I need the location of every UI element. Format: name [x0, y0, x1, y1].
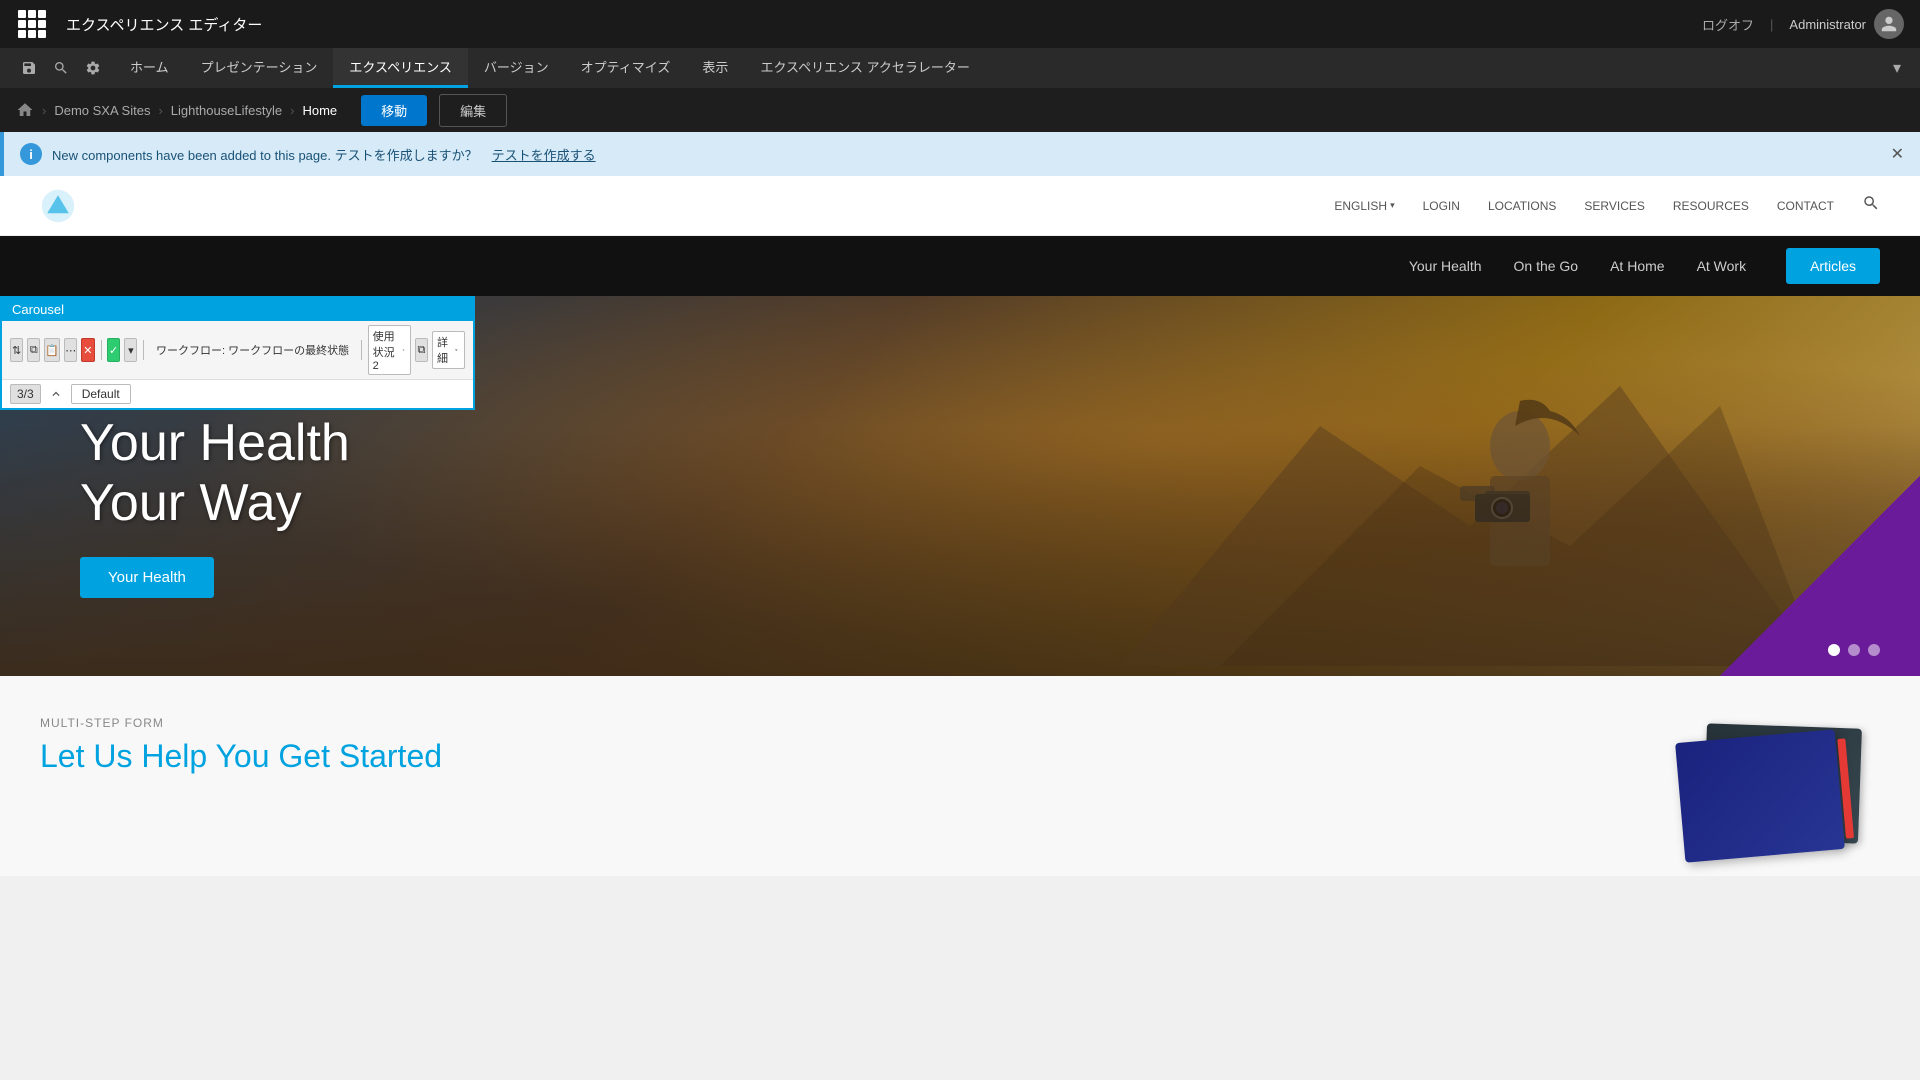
carousel-default-btn[interactable]: Default: [71, 384, 131, 404]
ctrl-copy2-icon[interactable]: ⧉: [415, 338, 428, 362]
hero-content: Your Health Your Way Your Health: [0, 414, 430, 599]
nav-chevron-icon[interactable]: ▾: [1882, 53, 1912, 83]
nav-item-experience[interactable]: エクスペリエンス: [333, 48, 467, 88]
ctrl-check-icon[interactable]: ✓: [107, 338, 120, 362]
ctrl-separator-1: [101, 340, 102, 360]
home-icon: [16, 101, 34, 119]
hero-cta-button[interactable]: Your Health: [80, 557, 214, 598]
nav-english[interactable]: ENGLISH ▾: [1334, 199, 1394, 213]
carousel-title: Carousel: [12, 302, 64, 317]
admin-avatar: [1874, 9, 1904, 39]
hero-dot-1[interactable]: [1828, 644, 1840, 656]
ctrl-chevron-icon[interactable]: ▾: [124, 338, 137, 362]
ctrl-more-icon[interactable]: ⋯: [64, 338, 77, 362]
banner-message: New components have been added to this p…: [52, 145, 478, 164]
ctrl-delete-icon[interactable]: ✕: [81, 338, 94, 362]
form-heading: Let Us Help You Get Started: [40, 738, 442, 775]
hero-dots: [1828, 644, 1880, 656]
workflow-text: ワークフロー: ワークフローの最終状態: [150, 342, 355, 358]
carousel-toolbar: Carousel ⇅ ⧉ 📋 ⋯ ✕ ✓ ▾ ワークフロー: ワークフローの最終…: [0, 296, 475, 410]
admin-label: Administrator: [1789, 17, 1866, 32]
nav-item-view[interactable]: 表示: [686, 48, 744, 88]
usage-dropdown[interactable]: 使用状況 2: [368, 325, 411, 375]
nav-contact[interactable]: CONTACT: [1777, 199, 1834, 213]
nav-resources[interactable]: RESOURCES: [1673, 199, 1749, 213]
ctrl-paste-icon[interactable]: 📋: [44, 338, 60, 362]
articles-button[interactable]: Articles: [1786, 248, 1880, 284]
nav-services[interactable]: SERVICES: [1584, 199, 1644, 213]
banner-link[interactable]: テストを作成する: [492, 145, 596, 164]
settings-icon[interactable]: [78, 53, 108, 83]
nav-item-home[interactable]: ホーム: [114, 48, 185, 88]
breadcrumb-demo[interactable]: Demo SXA Sites: [54, 103, 150, 118]
carousel-num: 3/3: [10, 384, 41, 404]
ctrl-copy-icon[interactable]: ⧉: [27, 338, 40, 362]
logout-link[interactable]: ログオフ: [1702, 15, 1754, 34]
ctrl-separator-2: [143, 340, 144, 360]
breadcrumb-bar: › Demo SXA Sites › LighthouseLifestyle ›…: [0, 88, 1920, 132]
carousel-controls: ⇅ ⧉ 📋 ⋯ ✕ ✓ ▾ ワークフロー: ワークフローの最終状態 使用状況 2…: [2, 321, 473, 380]
nav-login[interactable]: LOGIN: [1423, 199, 1460, 213]
carousel-bottom: 3/3 Default: [2, 380, 473, 408]
notebook-front: [1675, 729, 1845, 862]
nav-on-the-go[interactable]: On the Go: [1514, 258, 1579, 274]
app-title: エクスペリエンス エディター: [66, 14, 262, 35]
edit-button[interactable]: 編集: [439, 94, 507, 127]
nav-item-optimize[interactable]: オプティマイズ: [565, 48, 687, 88]
info-banner: i New components have been added to this…: [0, 132, 1920, 176]
top-bar-right: ログオフ | Administrator: [1702, 9, 1904, 39]
nav-your-health[interactable]: Your Health: [1409, 258, 1482, 274]
site-nav: ENGLISH ▾ LOGIN LOCATIONS SERVICES RESOU…: [0, 176, 1920, 236]
search-icon[interactable]: [46, 53, 76, 83]
banner-close-icon[interactable]: ✕: [1891, 144, 1904, 164]
nav-bar: ホーム プレゼンテーション エクスペリエンス バージョン オプティマイズ 表示 …: [0, 48, 1920, 88]
notebook-decoration: [1580, 716, 1880, 876]
nav-item-presentation[interactable]: プレゼンテーション: [185, 48, 334, 88]
hero-dot-3[interactable]: [1868, 644, 1880, 656]
ctrl-separator-3: [361, 340, 362, 360]
hero-triangle-decoration: [1720, 476, 1920, 676]
secondary-nav-links: Your Health On the Go At Home At Work Ar…: [1409, 248, 1880, 284]
ctrl-move-icon[interactable]: ⇅: [10, 338, 23, 362]
details-dropdown[interactable]: 詳細: [432, 331, 465, 369]
carousel-title-bar: Carousel: [2, 298, 473, 321]
below-hero-section: Multi-Step Form Let Us Help You Get Star…: [0, 676, 1920, 876]
divider: |: [1770, 17, 1773, 32]
site-logo: [40, 188, 76, 224]
carousel-arrow-icon: [49, 387, 63, 401]
top-bar: エクスペリエンス エディター ログオフ | Administrator: [0, 0, 1920, 48]
app-grid-icon[interactable]: [16, 8, 48, 40]
hero-title-line1: Your Health: [80, 414, 350, 472]
secondary-nav: Your Health On the Go At Home At Work Ar…: [0, 236, 1920, 296]
breadcrumb-home[interactable]: Home: [302, 103, 337, 118]
info-icon: i: [20, 143, 42, 165]
admin-area[interactable]: Administrator: [1789, 9, 1904, 39]
nav-bar-right: ▾: [1882, 48, 1912, 88]
save-icon[interactable]: [14, 53, 44, 83]
hero-dot-2[interactable]: [1848, 644, 1860, 656]
nav-item-version[interactable]: バージョン: [468, 48, 565, 88]
form-section: Multi-Step Form Let Us Help You Get Star…: [40, 716, 442, 775]
site-nav-links: ENGLISH ▾ LOGIN LOCATIONS SERVICES RESOU…: [1334, 194, 1880, 217]
move-button[interactable]: 移動: [361, 95, 427, 126]
hero-title-line2: Your Way: [80, 474, 302, 532]
nav-at-home[interactable]: At Home: [1610, 258, 1664, 274]
nav-locations[interactable]: LOCATIONS: [1488, 199, 1556, 213]
search-button[interactable]: [1862, 194, 1880, 217]
nav-items: ホーム プレゼンテーション エクスペリエンス バージョン オプティマイズ 表示 …: [114, 48, 986, 88]
form-label: Multi-Step Form: [40, 716, 442, 730]
nav-item-accelerator[interactable]: エクスペリエンス アクセラレーター: [744, 48, 985, 88]
carousel-container: Carousel ⇅ ⧉ 📋 ⋯ ✕ ✓ ▾ ワークフロー: ワークフローの最終…: [0, 296, 1920, 676]
nav-at-work[interactable]: At Work: [1697, 258, 1747, 274]
nav-icons: [8, 48, 114, 88]
hero-title: Your Health Your Way: [80, 414, 350, 534]
breadcrumb-lighthouse[interactable]: LighthouseLifestyle: [171, 103, 282, 118]
